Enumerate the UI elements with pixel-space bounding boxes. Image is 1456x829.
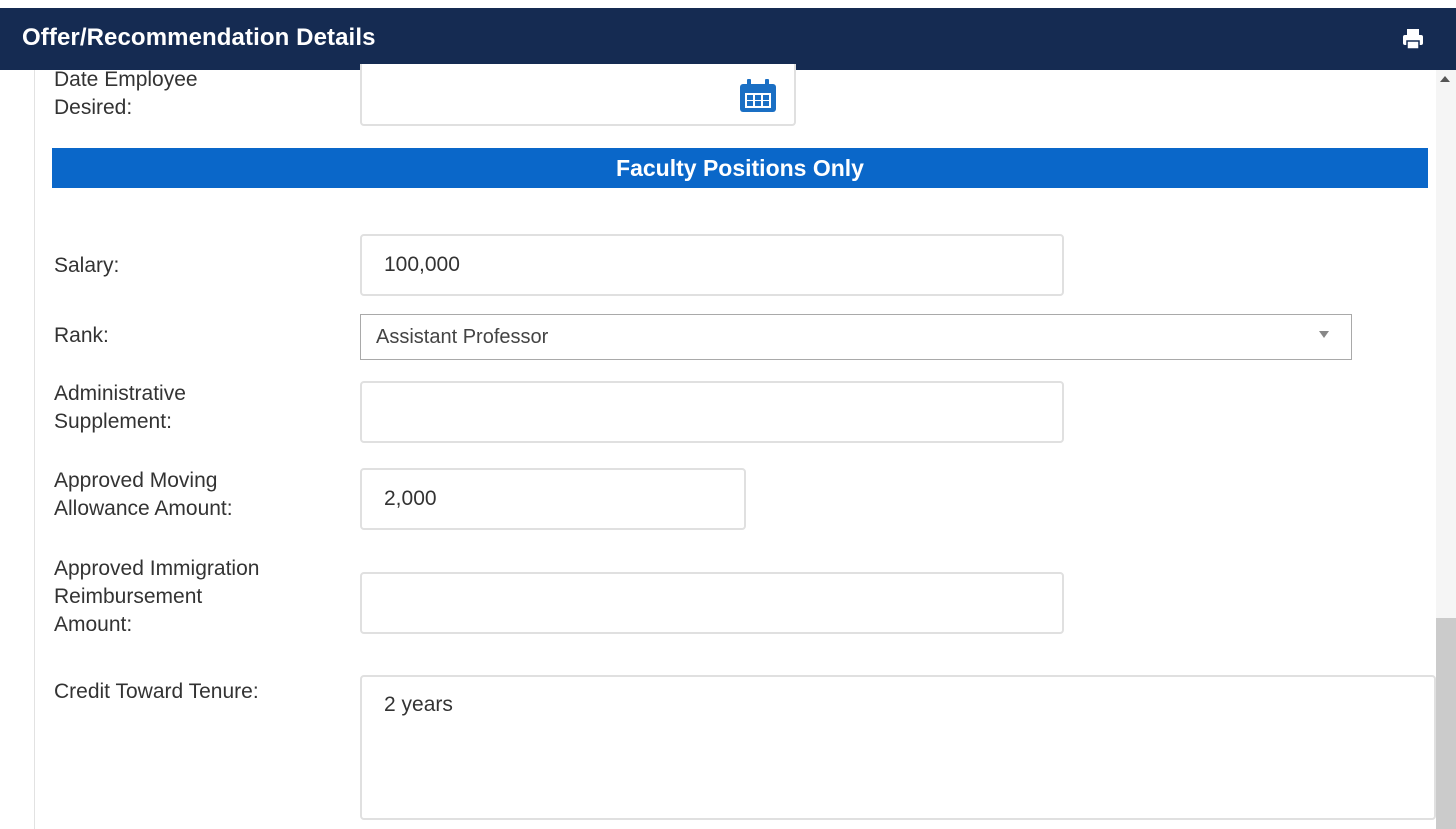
vertical-scrollbar[interactable]: [1436, 70, 1456, 829]
date-desired-label: Date Employee Desired:: [54, 68, 198, 119]
immigration-input[interactable]: [360, 572, 1064, 634]
salary-input[interactable]: 100,000: [360, 234, 1064, 296]
calendar-icon[interactable]: [738, 78, 778, 114]
rank-select[interactable]: Assistant Professor: [360, 314, 1352, 360]
panel-header: Offer/Recommendation Details: [0, 8, 1456, 70]
scroll-up-arrow-icon[interactable]: [1440, 76, 1450, 82]
admin-supplement-label: Administrative Supplement:: [54, 382, 186, 433]
tenure-credit-textarea[interactable]: 2 years: [360, 675, 1436, 820]
date-desired-input[interactable]: [360, 64, 796, 126]
moving-allowance-input[interactable]: 2,000: [360, 468, 746, 530]
salary-label: Salary:: [54, 254, 120, 277]
print-icon[interactable]: [1400, 28, 1426, 50]
tenure-credit-label: Credit Toward Tenure:: [54, 680, 259, 703]
section-header-faculty: Faculty Positions Only: [52, 148, 1428, 188]
panel-title: Offer/Recommendation Details: [22, 24, 376, 51]
scrollbar-thumb[interactable]: [1436, 618, 1456, 829]
chevron-down-icon[interactable]: [1319, 331, 1329, 338]
moving-allowance-label: Approved Moving Allowance Amount:: [54, 469, 233, 520]
rank-selected-value: Assistant Professor: [376, 325, 549, 348]
immigration-label: Approved Immigration Reimbursement Amoun…: [54, 557, 260, 636]
rank-label: Rank:: [54, 324, 109, 347]
admin-supplement-input[interactable]: [360, 381, 1064, 443]
